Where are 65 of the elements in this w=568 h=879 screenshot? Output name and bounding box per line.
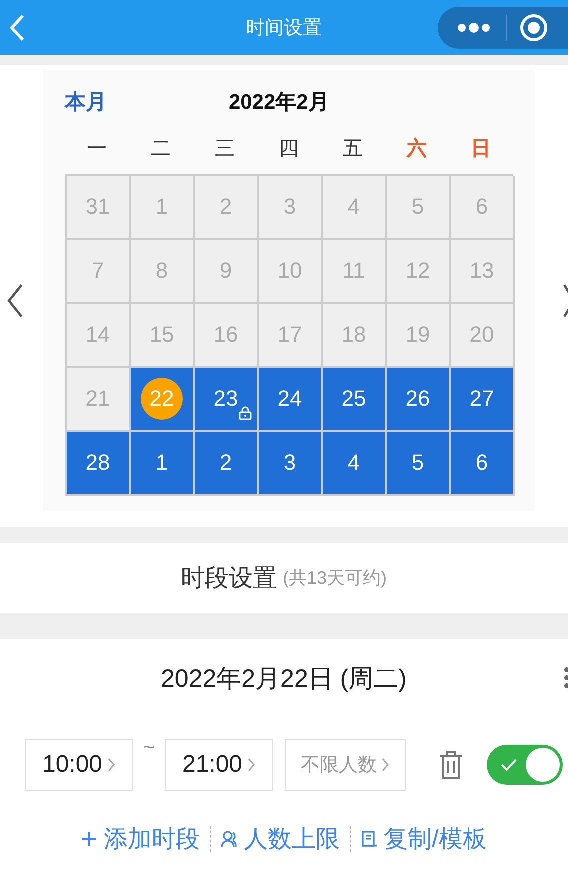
- weekday-label: 一: [86, 136, 108, 162]
- capacity-field[interactable]: 不限人数: [285, 739, 406, 791]
- chevron-right-icon: [381, 757, 390, 773]
- day-cell: 15: [130, 304, 195, 368]
- weekday-label: 三: [214, 136, 236, 162]
- day-cell: 2: [194, 176, 259, 240]
- day-cell: 8: [130, 240, 195, 304]
- day-cell[interactable]: 28: [66, 432, 131, 496]
- day-cell: 20: [450, 304, 515, 368]
- day-cell: 21: [66, 368, 131, 432]
- day-cell: 14: [66, 304, 131, 368]
- day-cell: 5: [386, 176, 451, 240]
- trash-icon[interactable]: [438, 750, 464, 780]
- target-icon[interactable]: [519, 12, 549, 42]
- weekday-label: 日: [470, 136, 492, 162]
- day-cell: 13: [450, 240, 515, 304]
- end-time-field[interactable]: 21:00: [165, 739, 273, 791]
- day-cell: 12: [386, 240, 451, 304]
- weekday-label: 六: [406, 136, 428, 162]
- day-cell[interactable]: 3: [258, 432, 323, 496]
- day-cell[interactable]: 2: [194, 432, 259, 496]
- day-cell[interactable]: 24: [258, 368, 323, 432]
- selected-date: 2022年2月22日 (周二): [161, 664, 407, 694]
- this-month-link[interactable]: 本月: [64, 88, 229, 116]
- day-cell: 18: [322, 304, 387, 368]
- check-icon: [501, 759, 517, 771]
- day-cell: 11: [322, 240, 387, 304]
- day-cell[interactable]: 4: [322, 432, 387, 496]
- lock-icon: [238, 406, 252, 420]
- day-cell[interactable]: 6: [450, 432, 515, 496]
- day-cell: 7: [66, 240, 131, 304]
- link[interactable]: 人数上限: [221, 823, 340, 855]
- section-title: 时段设置: [180, 564, 277, 594]
- day-cell: 9: [194, 240, 259, 304]
- start-time-field[interactable]: 10:00: [25, 739, 133, 791]
- link[interactable]: 复制/模板: [361, 823, 487, 855]
- day-cell: 6: [450, 176, 515, 240]
- day-cell: 17: [258, 304, 323, 368]
- day-cell[interactable]: 26: [386, 368, 451, 432]
- chevron-right-icon: [106, 757, 116, 773]
- weekday-label: 四: [278, 136, 300, 162]
- day-cell: 4: [322, 176, 387, 240]
- document-icon: [361, 830, 378, 848]
- range-separator: ~: [142, 737, 156, 760]
- day-cell[interactable]: 25: [322, 368, 387, 432]
- day-cell: 1: [130, 176, 195, 240]
- weekday-label: 五: [342, 136, 364, 162]
- link[interactable]: 添加时段: [81, 823, 200, 855]
- day-cell: 10: [258, 240, 323, 304]
- day-cell: 31: [66, 176, 131, 240]
- day-cell[interactable]: 23: [194, 368, 259, 432]
- plus-icon: [81, 830, 98, 848]
- weekday-label: 二: [150, 136, 172, 162]
- day-cell[interactable]: 1: [130, 432, 195, 496]
- month-title: 2022年2月: [228, 90, 330, 116]
- day-cell: 19: [386, 304, 451, 368]
- people-icon: [221, 830, 238, 848]
- available-days-note: (共13天可约): [282, 567, 387, 590]
- day-cell: 3: [258, 176, 323, 240]
- toggle-switch[interactable]: [487, 745, 563, 785]
- window-title: 时间设置: [246, 16, 322, 40]
- chevron-right-icon: [246, 757, 256, 773]
- day-cell: 16: [194, 304, 259, 368]
- day-cell[interactable]: 27: [450, 368, 515, 432]
- day-cell[interactable]: 5: [386, 432, 451, 496]
